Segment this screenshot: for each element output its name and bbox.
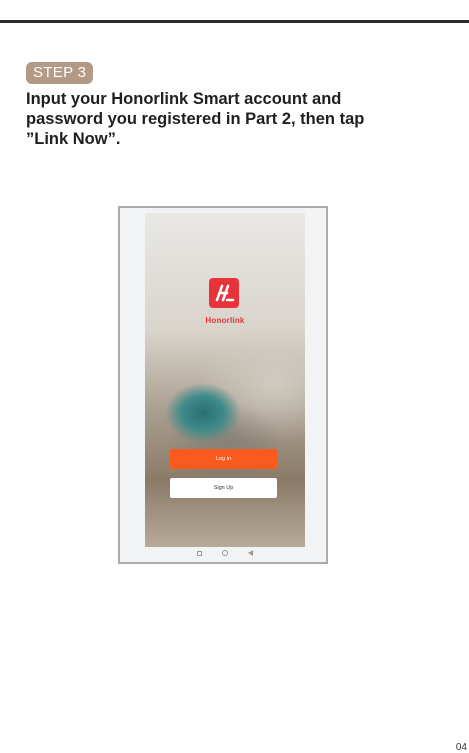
recent-apps-icon[interactable] [197,550,202,556]
brand-name: Honorlink [205,316,245,325]
instruction-text: Input your Honorlink Smart account and p… [26,90,365,148]
honorlink-logo-icon [209,278,239,308]
signup-button[interactable]: Sign Up [170,478,277,498]
phone-screenshot: Honorlink Log In Sign Up [118,206,328,564]
android-nav-bar [145,547,305,559]
app-login-screen: Honorlink Log In Sign Up [145,213,305,547]
home-icon[interactable] [222,550,228,556]
login-button[interactable]: Log In [170,449,277,469]
back-icon[interactable] [248,550,253,556]
step-badge: STEP 3 [26,62,94,84]
page-number: 04 [455,742,467,753]
top-divider [0,20,469,23]
